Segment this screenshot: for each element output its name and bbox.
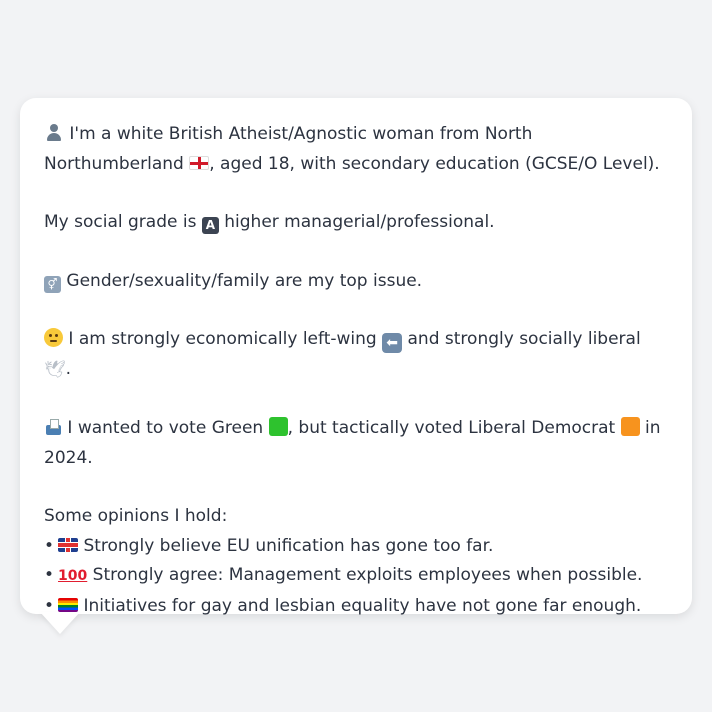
bullet: • [44,565,55,585]
social-grade-text-b: higher managerial/professional. [224,212,495,232]
ideology-text-b: and strongly socially liberal [407,329,641,349]
bullet: • [44,535,55,556]
bust-in-silhouette-icon [44,122,64,142]
social-grade-paragraph: My social grade is A higher managerial/p… [44,208,668,238]
bubble-tail [40,612,80,634]
ideology-paragraph: I am strongly economically left-wing ⬅ a… [44,325,668,385]
opinions-heading: Some opinions I hold: [44,506,228,526]
vote-paragraph: I wanted to vote Green , but tactically … [44,414,668,473]
opinion-text: Initiatives for gay and lesbian equality… [83,595,642,616]
social-grade-text-a: My social grade is [44,212,197,232]
opinion-item: • Strongly believe EU unification has go… [44,532,668,562]
intro-text-b: , aged 18, with secondary education (GCS… [209,153,660,174]
ideology-text-c: . [65,358,71,379]
ideology-text-a: I am strongly economically left-wing [68,329,377,349]
restroom-icon: ⚥ [44,275,61,293]
vote-text-b: , but tactically voted Liberal Democrat [287,418,616,438]
rainbow-flag-icon [58,597,79,612]
hundred-points-icon: 100 [58,568,88,584]
intro-paragraph: I'm a white British Atheist/Agnostic wom… [44,120,668,179]
dove-icon: 🕊 [44,359,66,380]
uk-flag-icon [58,537,79,552]
orange-square-icon [620,417,640,436]
opinion-text: Strongly agree: Management exploits empl… [92,565,643,585]
left-arrow-icon: ⬅ [382,333,403,353]
vote-text-a: I wanted to vote Green [67,418,264,438]
england-flag-icon [189,155,210,170]
green-square-icon [268,417,288,436]
opinion-item: • 100 Strongly agree: Management exploits… [44,561,668,592]
top-issue-paragraph: ⚥ Gender/sexuality/family are my top iss… [44,267,668,297]
a-button-icon: A [201,217,219,234]
thinking-face-icon [44,328,63,347]
opinion-text: Strongly believe EU unification has gone… [83,535,494,556]
opinion-item: • Initiatives for gay and lesbian equali… [44,592,668,622]
top-issue-text: Gender/sexuality/family are my top issue… [66,270,423,291]
ballot-box-icon [44,419,62,435]
message-bubble: I'm a white British Atheist/Agnostic wom… [20,98,692,616]
